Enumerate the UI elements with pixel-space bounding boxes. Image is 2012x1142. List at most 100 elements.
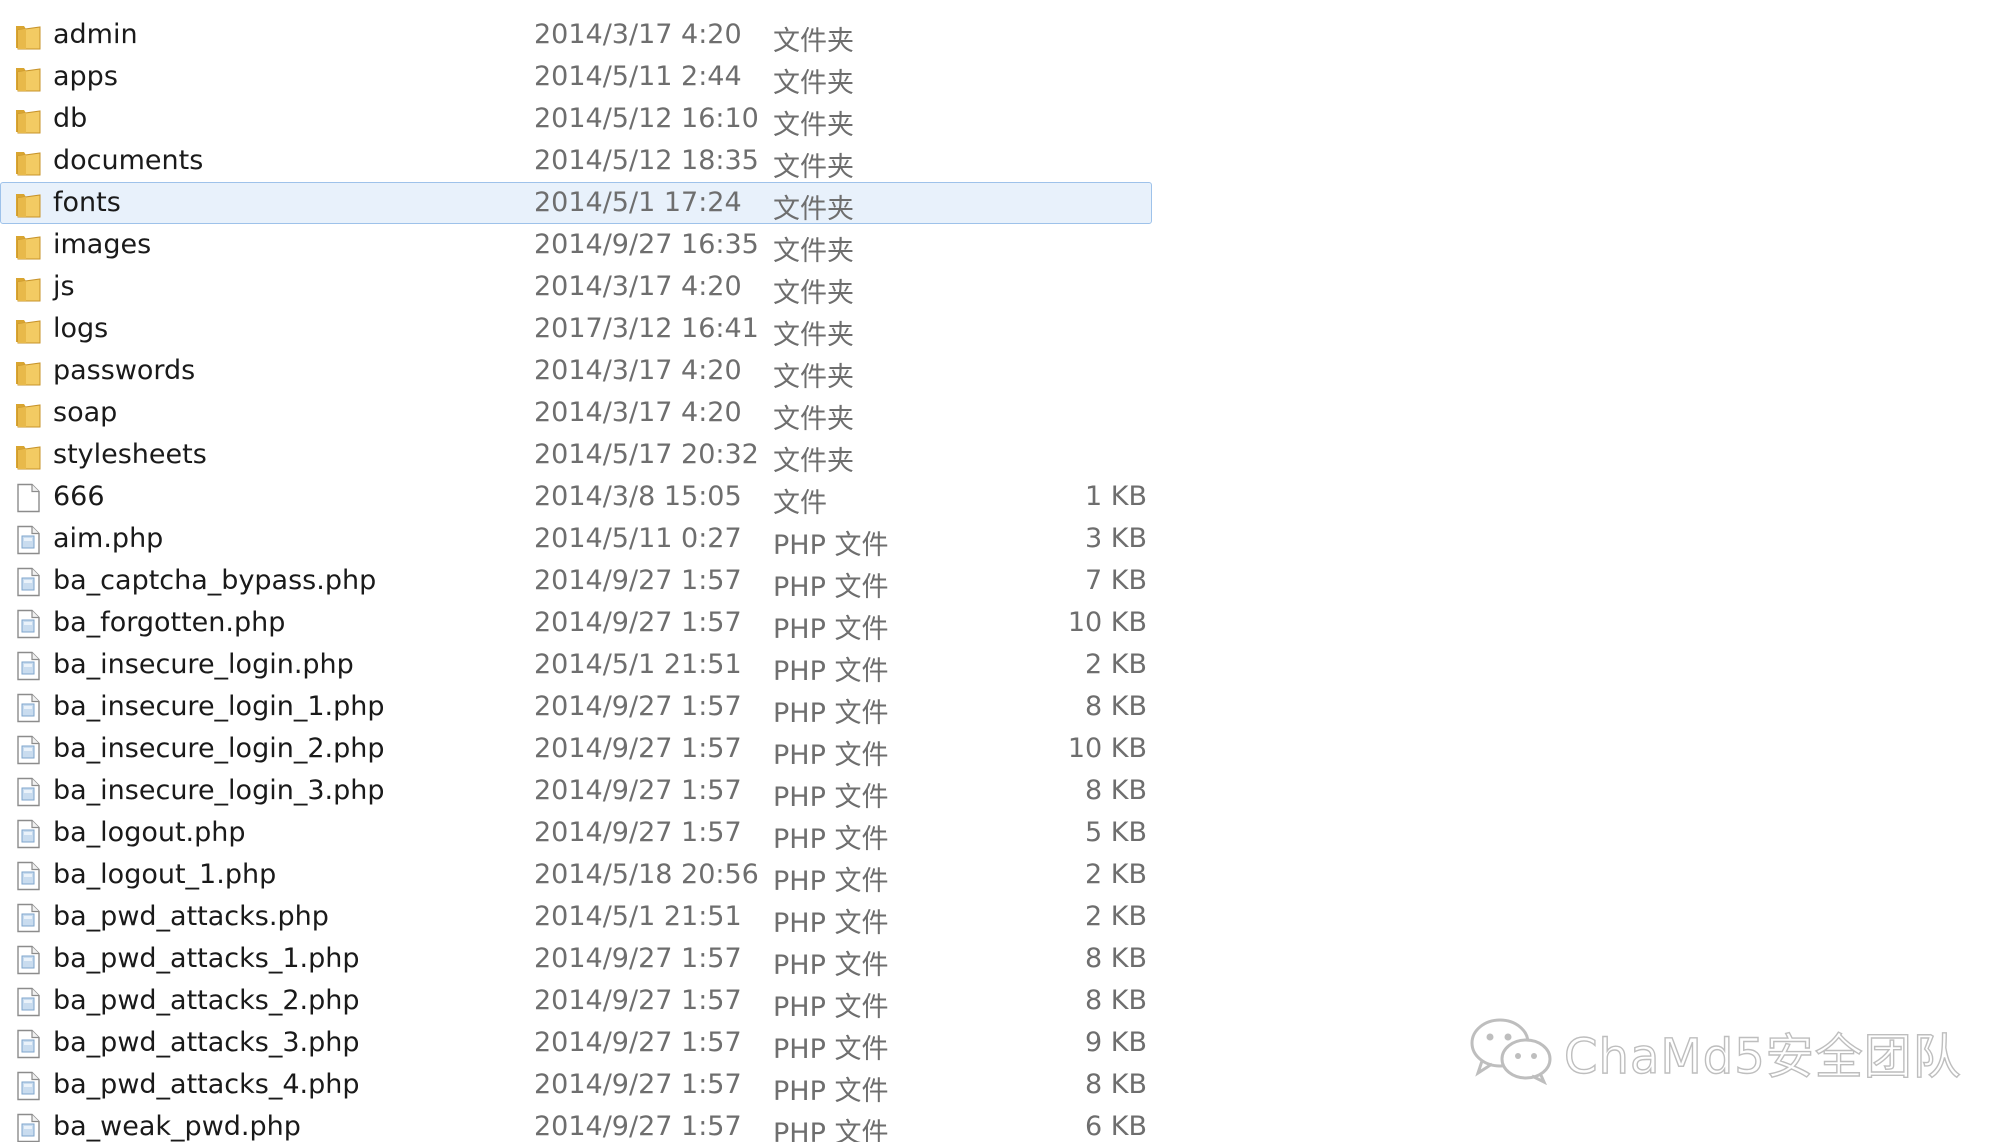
file-type: PHP 文件 xyxy=(773,782,889,813)
file-row[interactable]: passwords 2014/3/17 4:20 文件夹 xyxy=(0,350,1152,393)
file-size: 3 KB xyxy=(1085,523,1147,554)
file-list: admin 2014/3/17 4:20 文件夹 apps 2014/5/11 2:44… xyxy=(0,14,1160,1142)
file-row[interactable]: ba_forgotten.php 2014/9/27 1:57 PHP 文件 10 K… xyxy=(0,602,1152,645)
file-size: 9 KB xyxy=(1085,1027,1147,1058)
file-row[interactable]: aim.php 2014/5/11 0:27 PHP 文件 3 KB xyxy=(0,518,1152,561)
file-size: 6 KB xyxy=(1085,1111,1147,1142)
php-file-icon xyxy=(14,735,42,765)
file-date-modified: 2014/5/11 0:27 xyxy=(534,523,742,554)
file-row[interactable]: ba_insecure_login_3.php 2014/9/27 1:57 PHP… xyxy=(0,770,1152,813)
file-row[interactable]: db 2014/5/12 16:10 文件夹 xyxy=(0,98,1152,141)
watermark: ChaMd5安全团队 xyxy=(1468,1012,1962,1092)
file-name: ba_insecure_login.php xyxy=(53,649,354,680)
file-name: soap xyxy=(53,397,118,428)
file-date-modified: 2014/5/18 20:56 xyxy=(534,859,759,890)
file-type: PHP 文件 xyxy=(773,950,889,981)
file-row[interactable]: ba_pwd_attacks_1.php 2014/9/27 1:57 PHP 文件… xyxy=(0,938,1152,981)
file-size: 2 KB xyxy=(1085,649,1147,680)
file-date-modified: 2017/3/12 16:41 xyxy=(534,313,759,344)
file-name: ba_pwd_attacks_2.php xyxy=(53,985,360,1016)
file-type: 文件夹 xyxy=(773,26,854,57)
php-file-icon xyxy=(14,693,42,723)
file-row[interactable]: ba_pwd_attacks_3.php 2014/9/27 1:57 PHP 文件… xyxy=(0,1022,1152,1065)
folder-icon xyxy=(14,147,42,177)
file-row[interactable]: ba_logout.php 2014/9/27 1:57 PHP 文件 5 KB xyxy=(0,812,1152,855)
file-row[interactable]: ba_logout_1.php 2014/5/18 20:56 PHP 文件 2 KB xyxy=(0,854,1152,897)
file-name: ba_weak_pwd.php xyxy=(53,1111,301,1142)
php-file-icon xyxy=(14,1113,42,1142)
file-size: 5 KB xyxy=(1085,817,1147,848)
folder-icon xyxy=(14,441,42,471)
file-name: ba_pwd_attacks_1.php xyxy=(53,943,360,974)
file-row[interactable]: ba_insecure_login.php 2014/5/1 21:51 PHP 文… xyxy=(0,644,1152,687)
file-type: PHP 文件 xyxy=(773,698,889,729)
file-type: PHP 文件 xyxy=(773,992,889,1023)
file-size: 8 KB xyxy=(1085,943,1147,974)
file-row[interactable]: ba_pwd_attacks.php 2014/5/1 21:51 PHP 文件 2 … xyxy=(0,896,1152,939)
file-size: 8 KB xyxy=(1085,775,1147,806)
file-type: 文件 xyxy=(773,488,827,519)
file-row[interactable]: images 2014/9/27 16:35 文件夹 xyxy=(0,224,1152,267)
file-type: PHP 文件 xyxy=(773,1034,889,1065)
file-type: PHP 文件 xyxy=(773,824,889,855)
file-name: ba_insecure_login_1.php xyxy=(53,691,385,722)
file-date-modified: 2014/9/27 1:57 xyxy=(534,943,742,974)
file-name: js xyxy=(53,271,75,302)
file-date-modified: 2014/3/17 4:20 xyxy=(534,19,742,50)
file-date-modified: 2014/9/27 1:57 xyxy=(534,1111,742,1142)
php-file-icon xyxy=(14,1029,42,1059)
file-date-modified: 2014/5/1 21:51 xyxy=(534,901,742,932)
file-type: PHP 文件 xyxy=(773,572,889,603)
file-row[interactable]: documents 2014/5/12 18:35 文件夹 xyxy=(0,140,1152,183)
file-row[interactable]: ba_insecure_login_2.php 2014/9/27 1:57 PHP… xyxy=(0,728,1152,771)
file-date-modified: 2014/3/17 4:20 xyxy=(534,355,742,386)
file-type: 文件夹 xyxy=(773,278,854,309)
file-type: 文件夹 xyxy=(773,320,854,351)
folder-icon xyxy=(14,315,42,345)
file-row[interactable]: logs 2017/3/12 16:41 文件夹 xyxy=(0,308,1152,351)
file-name: stylesheets xyxy=(53,439,207,470)
file-date-modified: 2014/5/12 16:10 xyxy=(534,103,759,134)
file-type: 文件夹 xyxy=(773,68,854,99)
file-name: 666 xyxy=(53,481,105,512)
file-row[interactable]: ba_weak_pwd.php 2014/9/27 1:57 PHP 文件 6 KB xyxy=(0,1106,1152,1142)
file-name: db xyxy=(53,103,88,134)
file-row[interactable]: fonts 2014/5/1 17:24 文件夹 xyxy=(0,182,1152,225)
file-date-modified: 2014/5/12 18:35 xyxy=(534,145,759,176)
file-date-modified: 2014/9/27 1:57 xyxy=(534,1069,742,1100)
file-row[interactable]: stylesheets 2014/5/17 20:32 文件夹 xyxy=(0,434,1152,477)
file-row[interactable]: 666 2014/3/8 15:05 文件 1 KB xyxy=(0,476,1152,519)
file-row[interactable]: soap 2014/3/17 4:20 文件夹 xyxy=(0,392,1152,435)
file-date-modified: 2014/3/8 15:05 xyxy=(534,481,742,512)
file-date-modified: 2014/9/27 1:57 xyxy=(534,817,742,848)
file-date-modified: 2014/5/1 21:51 xyxy=(534,649,742,680)
file-date-modified: 2014/3/17 4:20 xyxy=(534,271,742,302)
file-type: 文件夹 xyxy=(773,446,854,477)
php-file-icon xyxy=(14,819,42,849)
folder-icon xyxy=(14,399,42,429)
file-name: fonts xyxy=(53,187,121,218)
file-name: apps xyxy=(53,61,118,92)
file-row[interactable]: js 2014/3/17 4:20 文件夹 xyxy=(0,266,1152,309)
folder-icon xyxy=(14,231,42,261)
file-type: PHP 文件 xyxy=(773,866,889,897)
file-name: ba_pwd_attacks_3.php xyxy=(53,1027,360,1058)
folder-icon xyxy=(14,21,42,51)
file-type: 文件夹 xyxy=(773,404,854,435)
file-type: PHP 文件 xyxy=(773,656,889,687)
file-date-modified: 2014/9/27 1:57 xyxy=(534,565,742,596)
file-row[interactable]: apps 2014/5/11 2:44 文件夹 xyxy=(0,56,1152,99)
file-name: images xyxy=(53,229,152,260)
file-row[interactable]: admin 2014/3/17 4:20 文件夹 xyxy=(0,14,1152,57)
php-file-icon xyxy=(14,567,42,597)
file-row[interactable]: ba_captcha_bypass.php 2014/9/27 1:57 PHP 文… xyxy=(0,560,1152,603)
file-size: 8 KB xyxy=(1085,1069,1147,1100)
file-size: 2 KB xyxy=(1085,901,1147,932)
file-type: 文件夹 xyxy=(773,152,854,183)
explorer-window: admin 2014/3/17 4:20 文件夹 apps 2014/5/11 2:44… xyxy=(0,0,2012,1142)
file-row[interactable]: ba_insecure_login_1.php 2014/9/27 1:57 PHP… xyxy=(0,686,1152,729)
file-row[interactable]: ba_pwd_attacks_4.php 2014/9/27 1:57 PHP 文件… xyxy=(0,1064,1152,1107)
file-size: 8 KB xyxy=(1085,691,1147,722)
file-row[interactable]: ba_pwd_attacks_2.php 2014/9/27 1:57 PHP 文件… xyxy=(0,980,1152,1023)
file-type: PHP 文件 xyxy=(773,740,889,771)
